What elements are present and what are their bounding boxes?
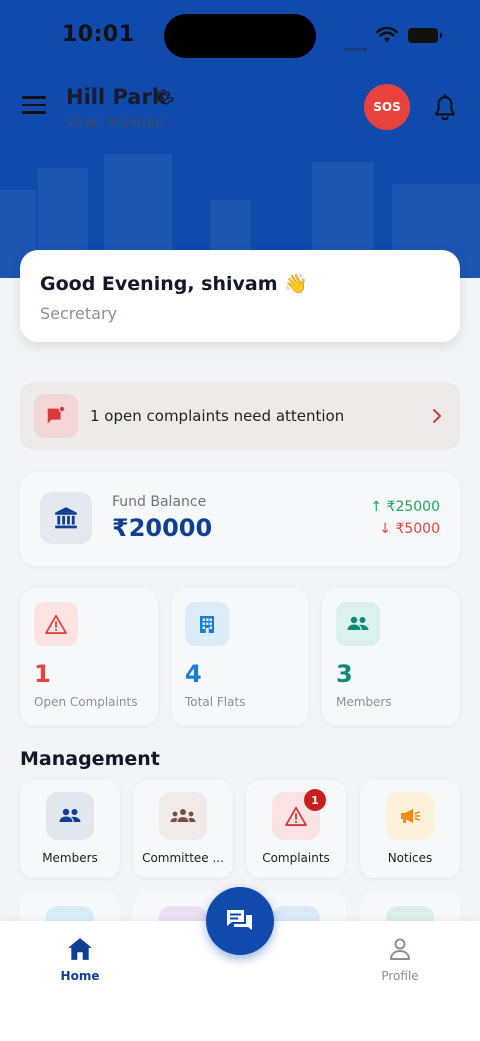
stat-total-flats[interactable]: 4 Total Flats: [171, 588, 309, 726]
nav-profile[interactable]: Profile: [360, 937, 440, 987]
stat-label: Total Flats: [185, 695, 246, 709]
stat-open-complaints[interactable]: 1 Open Complaints: [20, 588, 158, 726]
header: 10:01 Hill Park virar, Mumbai SOS: [0, 0, 480, 278]
signal-icon: [344, 36, 368, 55]
stat-members[interactable]: 3 Members: [322, 588, 460, 726]
nav-home-label: Home: [60, 969, 100, 983]
mgmt-label: Notices: [387, 851, 433, 865]
people-icon: [46, 792, 94, 840]
fund-balance-card[interactable]: Fund Balance ₹20000 ↑ ₹25000 ↓ ₹5000: [20, 472, 460, 566]
fund-income: ↑ ₹25000: [370, 499, 440, 515]
warning-icon: [34, 602, 78, 646]
complaints-alert[interactable]: 1 open complaints need attention: [20, 382, 460, 450]
mgmt-complaints[interactable]: 1 Complaints: [246, 780, 346, 878]
mgmt-label: Members: [42, 851, 98, 865]
status-time: 10:01: [62, 22, 135, 47]
gear-icon[interactable]: [156, 88, 174, 106]
chevron-right-icon: [433, 409, 442, 423]
status-bar: 10:01: [0, 0, 480, 70]
building-icon: [185, 602, 229, 646]
stat-value: 3: [336, 660, 353, 688]
complaints-badge: 1: [304, 789, 326, 811]
people-icon: [336, 602, 380, 646]
fund-label: Fund Balance: [112, 494, 207, 510]
menu-button[interactable]: [22, 96, 50, 118]
stat-label: Open Complaints: [34, 695, 138, 709]
committee-icon: [159, 792, 207, 840]
mgmt-notices[interactable]: Notices: [360, 780, 460, 878]
home-icon: [68, 938, 92, 960]
greeting-card: Good Evening, shivam 👋 Secretary: [20, 250, 460, 342]
person-icon: [389, 938, 411, 960]
nav-profile-label: Profile: [381, 969, 419, 983]
society-location: virar, Mumbai: [66, 115, 164, 131]
mgmt-members[interactable]: Members: [20, 780, 120, 878]
chat-icon: [227, 910, 252, 930]
alert-text: 1 open complaints need attention: [90, 407, 345, 425]
chat-fab-button[interactable]: [206, 887, 274, 955]
stat-label: Members: [336, 695, 392, 709]
mgmt-committee[interactable]: Committee ...: [133, 780, 233, 878]
sos-button[interactable]: SOS: [364, 84, 410, 130]
battery-icon: [408, 28, 442, 43]
fund-expense: ↓ ₹5000: [379, 521, 440, 537]
greeting-text: Good Evening, shivam 👋: [40, 273, 308, 295]
fund-balance: ₹20000: [112, 514, 213, 542]
flag-chat-icon: [34, 394, 78, 438]
bank-icon: [40, 492, 92, 544]
user-role: Secretary: [40, 304, 117, 323]
wifi-icon: [376, 26, 398, 42]
bell-icon[interactable]: [432, 94, 458, 122]
management-title: Management: [20, 748, 160, 770]
mgmt-label: Complaints: [262, 851, 330, 865]
mgmt-label: Committee ...: [142, 851, 224, 865]
stat-value: 1: [34, 660, 51, 688]
megaphone-icon: [386, 792, 434, 840]
society-name: Hill Park: [66, 85, 166, 109]
nav-home[interactable]: Home: [40, 937, 120, 987]
dynamic-island: [164, 14, 316, 58]
stat-value: 4: [185, 660, 202, 688]
